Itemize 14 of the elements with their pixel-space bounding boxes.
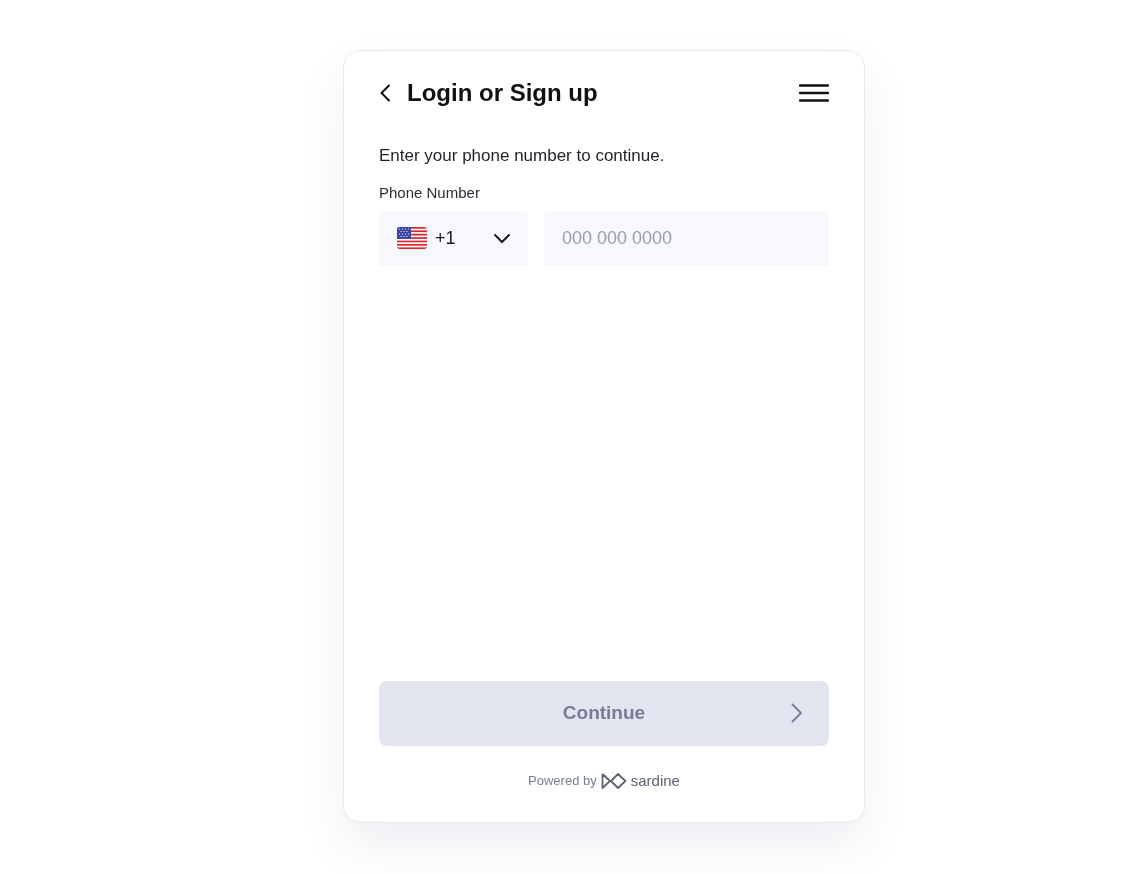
menu-icon[interactable] <box>799 83 829 102</box>
country-code-text: +1 <box>435 226 456 250</box>
phone-number-label: Phone Number <box>379 183 480 203</box>
phone-number-field[interactable]: 000 000 0000 <box>544 210 829 266</box>
powered-by-text: Powered by <box>528 772 597 790</box>
instruction-text: Enter your phone number to continue. <box>379 145 665 168</box>
caret-icon <box>494 233 510 243</box>
brand-name: sardine <box>630 770 680 791</box>
chevron-right-icon <box>791 702 803 723</box>
country-code-select[interactable]: +1 <box>379 210 528 266</box>
logo-icon <box>600 770 627 791</box>
back-chevron-icon[interactable] <box>379 83 391 102</box>
page-title: Login or Sign up <box>407 78 598 108</box>
flag-icon <box>397 227 427 250</box>
